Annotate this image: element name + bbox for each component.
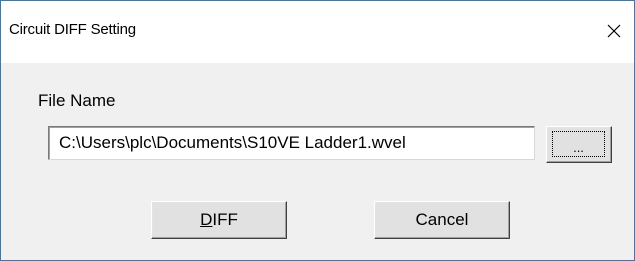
browse-button[interactable]: ... [546,126,612,163]
title-bar: Circuit DIFF Setting [1,1,634,63]
window-title: Circuit DIFF Setting [9,21,136,38]
file-name-input[interactable]: C:\Users\plc\Documents\S10VE Ladder1.wve… [48,126,535,160]
diff-button[interactable]: D IFF [151,201,287,239]
diff-button-label: IFF [212,210,238,229]
dialog-window: Circuit DIFF Setting File Name C:\Users\… [0,0,635,261]
close-icon [606,23,622,39]
file-name-label: File Name [38,91,116,110]
diff-button-mnemonic: D [200,210,213,229]
dialog-body: File Name C:\Users\plc\Documents\S10VE L… [1,63,634,260]
close-button[interactable] [594,9,634,53]
cancel-button[interactable]: Cancel [374,201,510,239]
browse-button-label: ... [552,131,605,157]
